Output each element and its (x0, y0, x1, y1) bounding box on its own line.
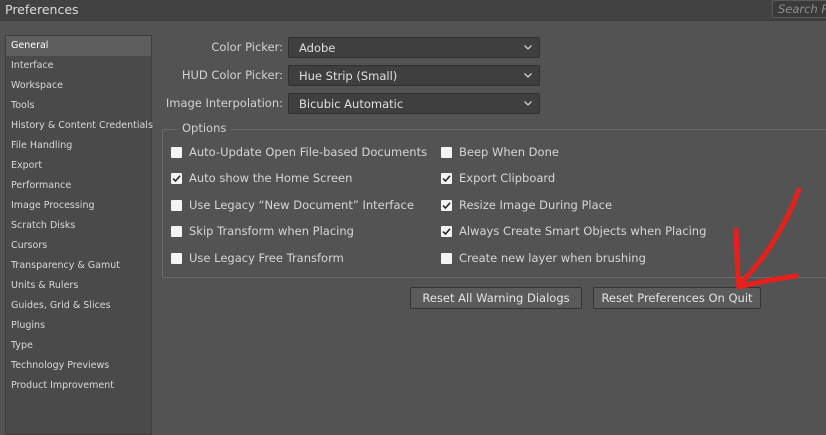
sidebar-item-performance[interactable]: Performance (6, 176, 151, 196)
checkbox-box[interactable] (441, 253, 452, 264)
checkbox-label: Create new layer when brushing (459, 251, 646, 265)
checkbox-label: Use Legacy “New Document” Interface (189, 198, 414, 212)
checkbox-label: Export Clipboard (459, 171, 556, 185)
sidebar-item-workspace[interactable]: Workspace (6, 76, 151, 96)
chevron-down-icon (524, 101, 532, 106)
image-interpolation-label: Image Interpolation: (165, 96, 283, 110)
checkbox-label: Always Create Smart Objects when Placing (459, 224, 707, 238)
options-legend: Options (177, 121, 232, 135)
sidebar-item-tools[interactable]: Tools (6, 96, 151, 116)
checkbox-box[interactable] (171, 200, 182, 211)
checkbox-box[interactable] (171, 253, 182, 264)
color-picker-select[interactable]: Adobe (288, 37, 540, 58)
hud-color-picker-select[interactable]: Hue Strip (Small) (288, 65, 540, 86)
checkbox-label: Auto-Update Open File-based Documents (189, 145, 428, 159)
sidebar-item-transparency[interactable]: Transparency & Gamut (6, 256, 151, 276)
checkbox-box[interactable] (441, 147, 452, 158)
checkbox-box[interactable] (171, 226, 182, 237)
sidebar-item-image-processing[interactable]: Image Processing (6, 196, 151, 216)
image-interpolation-value: Bicubic Automatic (299, 97, 404, 111)
search-input[interactable] (773, 1, 826, 17)
sidebar-item-cursors[interactable]: Cursors (6, 236, 151, 256)
sidebar-item-interface[interactable]: Interface (6, 56, 151, 76)
preferences-sidebar: General Interface Workspace Tools Histor… (5, 35, 153, 435)
checkmark-icon (172, 175, 181, 183)
color-picker-label: Color Picker: (211, 40, 283, 54)
sidebar-item-plugins[interactable]: Plugins (6, 316, 151, 336)
checkbox-box[interactable] (441, 226, 452, 237)
checkbox-box[interactable] (441, 173, 452, 184)
hud-color-picker-value: Hue Strip (Small) (299, 69, 398, 83)
chevron-down-icon (524, 73, 532, 78)
checkbox-label: Auto show the Home Screen (189, 171, 353, 185)
window-title: Preferences (5, 2, 79, 17)
checkbox-box[interactable] (441, 200, 452, 211)
color-picker-value: Adobe (299, 41, 336, 55)
sidebar-item-units[interactable]: Units & Rulers (6, 276, 151, 296)
checkbox-label: Beep When Done (459, 145, 559, 159)
checkbox-label: Skip Transform when Placing (189, 224, 354, 238)
sidebar-item-general[interactable]: General (6, 36, 151, 56)
checkmark-icon (442, 202, 451, 210)
checkmark-icon (442, 228, 451, 236)
sidebar-item-guides[interactable]: Guides, Grid & Slices (6, 296, 151, 316)
sidebar-item-type[interactable]: Type (6, 336, 151, 356)
chevron-down-icon (524, 45, 532, 50)
image-interpolation-select[interactable]: Bicubic Automatic (288, 93, 540, 114)
reset-preferences-button[interactable]: Reset Preferences On Quit (593, 287, 761, 309)
sidebar-item-file-handling[interactable]: File Handling (6, 136, 151, 156)
sidebar-item-technology-previews[interactable]: Technology Previews (6, 356, 151, 376)
sidebar-item-product-improvement[interactable]: Product Improvement (6, 376, 151, 396)
sidebar-item-scratch-disks[interactable]: Scratch Disks (6, 216, 151, 236)
checkbox-box[interactable] (171, 173, 182, 184)
sidebar-item-export[interactable]: Export (6, 156, 151, 176)
checkbox-label: Use Legacy Free Transform (189, 251, 344, 265)
search-box[interactable] (772, 0, 826, 18)
checkbox-label: Resize Image During Place (459, 198, 613, 212)
reset-warning-dialogs-button[interactable]: Reset All Warning Dialogs (410, 287, 582, 309)
title-bar: Preferences (0, 0, 826, 21)
sidebar-item-history[interactable]: History & Content Credentials (6, 116, 153, 136)
hud-color-picker-label: HUD Color Picker: (181, 68, 283, 82)
checkmark-icon (442, 175, 451, 183)
checkbox-box[interactable] (171, 147, 182, 158)
